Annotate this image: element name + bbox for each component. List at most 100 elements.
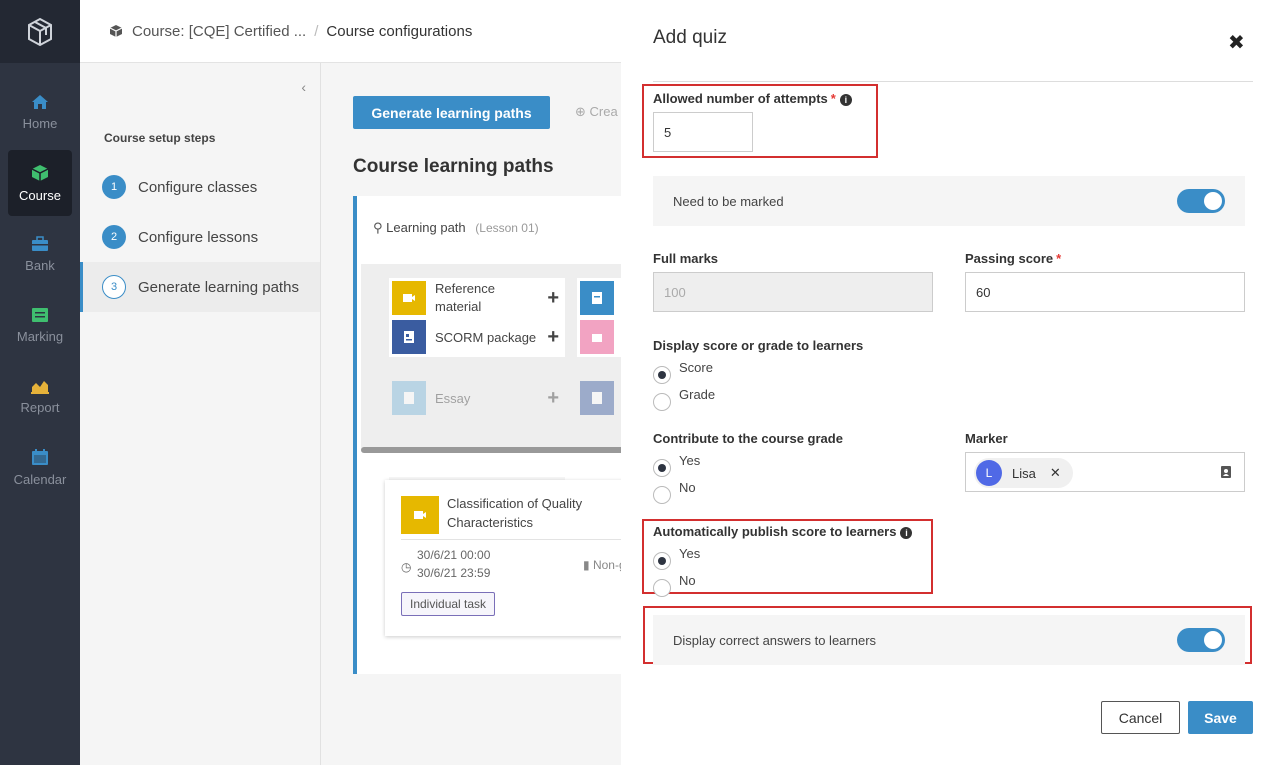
attempts-label: Allowed number of attempts * i (653, 91, 852, 106)
end-date: 30/6/21 23:59 (417, 566, 491, 580)
tile-scorm-package[interactable]: SCORM package + (389, 317, 565, 357)
radio-circle (653, 393, 671, 411)
radio-publish-no[interactable]: No (653, 573, 696, 597)
marker-label: Marker (965, 431, 1008, 446)
nav-item-bank[interactable]: Bank (8, 221, 72, 287)
video-icon (392, 281, 426, 315)
auto-publish-label: Automatically publish score to learners i (653, 524, 913, 539)
lesson-activity-card[interactable]: Classification of Quality Characteristic… (385, 480, 621, 636)
nav-item-report[interactable]: Report (8, 363, 72, 429)
cube-logo-icon (28, 17, 52, 46)
tile-essay-dim[interactable]: Essay + (389, 378, 565, 418)
collapse-icon[interactable]: ‹ (301, 79, 306, 95)
tile-label: SCORM package (435, 329, 537, 345)
step-number: 3 (102, 275, 126, 299)
contact-book-icon[interactable] (1220, 465, 1232, 479)
step-configure-lessons[interactable]: 2 Configure lessons (80, 212, 320, 262)
attempts-input[interactable]: 5 (653, 112, 753, 152)
tile-label: Essay (435, 390, 471, 406)
radio-circle (653, 552, 671, 570)
individual-task-badge: Individual task (401, 592, 496, 616)
display-correct-row: Display correct answers to learners (653, 615, 1245, 665)
add-icon[interactable]: + (547, 287, 559, 310)
radio-grade[interactable]: Grade (653, 387, 715, 411)
radio-label: Grade (679, 386, 716, 402)
briefcase-icon (32, 235, 48, 251)
steps-title: Course setup steps (104, 131, 216, 145)
close-icon[interactable]: ✖ (1228, 30, 1245, 55)
remove-icon[interactable]: ✕ (1050, 465, 1061, 481)
learning-path-header: ⚲ Learning path (Lesson 01) (373, 220, 539, 236)
path-icon: ⚲ (373, 220, 387, 235)
calendar-icon (32, 448, 48, 465)
nav-label: Report (20, 399, 60, 415)
passing-score-input[interactable]: 60 (965, 272, 1245, 312)
tile-survey-dim[interactable] (577, 378, 621, 418)
start-date: 30/6/21 00:00 (417, 548, 491, 562)
info-icon[interactable]: i (839, 94, 852, 106)
add-icon[interactable]: + (547, 387, 559, 410)
lesson-title: Classification of Quality Characteristic… (447, 496, 583, 530)
breadcrumb-course[interactable]: Course: [CQE] Certified ... (132, 23, 306, 40)
course-setup-steps: ‹ Course setup steps 1 Configure classes… (80, 63, 321, 765)
need-marked-toggle[interactable] (1177, 189, 1225, 213)
attempts-label-text: Allowed number of attempts (653, 91, 828, 106)
activity-palette: Reference material + SCORM package + Ess… (361, 264, 621, 517)
display-correct-label: Display correct answers to learners (673, 632, 877, 648)
step-number: 1 (102, 175, 126, 199)
quiz-icon (580, 281, 614, 315)
generate-learning-paths-button[interactable]: Generate learning paths (353, 96, 550, 129)
grade-type: ▮ Non-gra (583, 558, 621, 572)
display-correct-toggle[interactable] (1177, 628, 1225, 652)
cube-icon (31, 164, 49, 181)
tile-quiz[interactable] (577, 278, 621, 318)
nav-label: Calendar (13, 471, 67, 487)
nav-label: Bank (25, 257, 55, 273)
main-content: Generate learning paths ⊕ Crea Course le… (321, 63, 621, 765)
info-icon[interactable]: i (900, 527, 913, 539)
full-marks-input: 100 (653, 272, 933, 312)
marker-field[interactable]: L Lisa ✕ (965, 452, 1245, 492)
radio-contribute-yes[interactable]: Yes (653, 453, 700, 477)
add-quiz-drawer: Add quiz ✖ Allowed number of attempts * i … (621, 0, 1274, 765)
divider (653, 81, 1253, 82)
grade-label: Non-gra (592, 558, 621, 572)
radio-label: Yes (679, 545, 701, 561)
need-marked-label: Need to be marked (673, 193, 784, 209)
step-label: Generate learning paths (138, 278, 299, 296)
nav-item-home[interactable]: Home (8, 79, 72, 145)
step-label: Configure classes (138, 178, 258, 196)
divider (401, 539, 621, 540)
full-marks-label: Full marks (653, 251, 719, 266)
tile-reference-material[interactable]: Reference material + (389, 278, 565, 318)
drawer-title: Add quiz (653, 27, 727, 48)
home-icon (32, 94, 48, 109)
create-link[interactable]: ⊕ Crea (575, 104, 618, 120)
step-configure-classes[interactable]: 1 Configure classes (80, 162, 320, 212)
nav-item-marking[interactable]: Marking (8, 292, 72, 358)
save-button[interactable]: Save (1188, 701, 1253, 734)
tile-assignment[interactable] (577, 317, 621, 357)
tile-label: Reference material (435, 281, 495, 314)
left-navigation: Home Course Bank Marking Report Calendar (0, 0, 80, 765)
radio-score[interactable]: Score (653, 360, 713, 384)
radio-publish-yes[interactable]: Yes (653, 546, 700, 570)
nav-item-course[interactable]: Course (8, 150, 72, 216)
list-icon (32, 307, 48, 322)
radio-contribute-no[interactable]: No (653, 480, 696, 504)
add-icon[interactable]: + (547, 326, 559, 349)
app-logo[interactable] (0, 0, 80, 63)
lesson-dates: 30/6/21 00:00 30/6/21 23:59 (417, 546, 490, 582)
cancel-button[interactable]: Cancel (1101, 701, 1180, 734)
learning-path-card: ⚲ Learning path (Lesson 01) Reference ma… (353, 196, 621, 674)
radio-label: Score (679, 359, 713, 375)
passing-score-label: Passing score * (965, 251, 1061, 266)
need-marked-row: Need to be marked (653, 176, 1245, 226)
nav-item-calendar[interactable]: Calendar (8, 434, 72, 500)
step-generate-learning-paths[interactable]: 3 Generate learning paths (80, 262, 320, 312)
marker-chip: L Lisa ✕ (974, 458, 1073, 488)
palette-scrollbar[interactable] (361, 447, 621, 453)
radio-circle (653, 459, 671, 477)
breadcrumb-separator: / (314, 22, 319, 40)
survey-icon (580, 381, 614, 415)
